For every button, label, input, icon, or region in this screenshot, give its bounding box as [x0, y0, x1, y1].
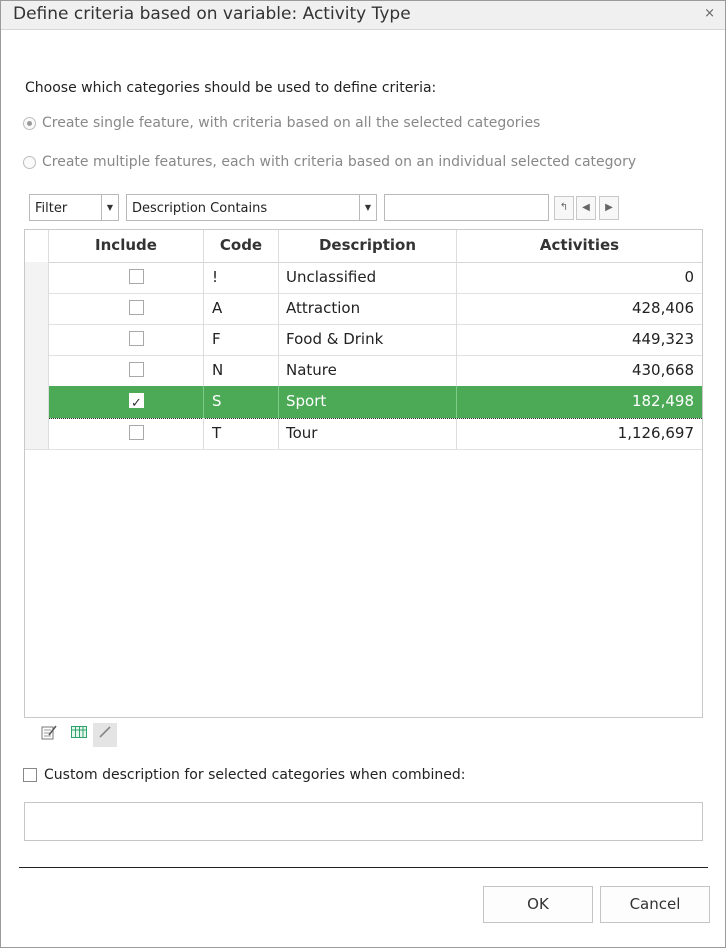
filter-field-value: Description Contains: [132, 201, 268, 216]
row-indicator[interactable]: [25, 355, 49, 386]
radio-button-selected[interactable]: [23, 116, 36, 130]
row-indicator-header: [25, 230, 49, 262]
code-cell: !: [204, 262, 279, 293]
close-icon[interactable]: ×: [704, 6, 715, 21]
custom-description-label: Custom description for selected categori…: [44, 767, 466, 783]
description-cell: Sport: [279, 386, 457, 418]
description-cell: Food & Drink: [279, 324, 457, 355]
table-row-selected[interactable]: S Sport 182,498: [25, 386, 702, 419]
instruction-text: Choose which categories should be used t…: [25, 80, 437, 96]
column-header-include[interactable]: Include: [49, 230, 204, 262]
table-row[interactable]: T Tour 1,126,697: [25, 418, 702, 450]
activities-cell: 449,323: [631, 330, 694, 348]
cancel-button[interactable]: Cancel: [600, 886, 710, 923]
table-row[interactable]: F Food & Drink 449,323: [25, 324, 702, 356]
activities-cell: 182,498: [457, 386, 702, 418]
radio-single-feature-label: Create single feature, with criteria bas…: [42, 115, 541, 131]
table-row[interactable]: N Nature 430,668: [25, 355, 702, 387]
code-cell: S: [204, 386, 279, 418]
code-cell: N: [204, 355, 279, 386]
previous-arrow-icon[interactable]: ◀: [576, 196, 596, 220]
row-indicator[interactable]: [25, 418, 49, 449]
custom-description-option[interactable]: Custom description for selected categori…: [23, 767, 465, 783]
edit-list-icon[interactable]: [37, 723, 61, 747]
description-cell: Tour: [279, 418, 457, 449]
description-cell: Unclassified: [279, 262, 457, 293]
table-row[interactable]: ! Unclassified 0: [25, 262, 702, 294]
column-header-description[interactable]: Description: [279, 230, 457, 262]
chevron-down-icon[interactable]: ▼: [359, 195, 376, 220]
table-row[interactable]: A Attraction 428,406: [25, 293, 702, 325]
ok-button[interactable]: OK: [483, 886, 593, 923]
code-cell: T: [204, 418, 279, 449]
include-checkbox[interactable]: [129, 425, 144, 440]
filter-mode-value: Filter: [35, 201, 68, 216]
column-header-code[interactable]: Code: [204, 230, 279, 262]
include-checkbox[interactable]: [129, 331, 144, 346]
dialog-window: Define criteria based on variable: Activ…: [0, 0, 726, 948]
activities-cell: 430,668: [631, 361, 694, 379]
description-cell: Attraction: [279, 293, 457, 324]
grid-columns-icon[interactable]: [67, 723, 91, 747]
row-indicator[interactable]: [25, 386, 49, 418]
include-cell: [49, 386, 204, 419]
pencil-icon[interactable]: [93, 723, 117, 747]
column-header-activities[interactable]: Activities: [457, 230, 702, 262]
radio-button[interactable]: [23, 155, 36, 169]
row-indicator[interactable]: [25, 262, 49, 293]
custom-description-checkbox[interactable]: [23, 768, 37, 782]
code-cell: A: [204, 293, 279, 324]
filter-search-input[interactable]: [384, 194, 549, 221]
include-cell: [49, 355, 204, 386]
description-cell: Nature: [279, 355, 457, 386]
activities-cell: 1,126,697: [617, 424, 694, 442]
filter-field-dropdown[interactable]: Description Contains ▼: [126, 194, 377, 221]
category-grid: Include Code Description Activities ! Un…: [24, 229, 703, 718]
custom-description-input[interactable]: [24, 802, 703, 841]
divider: [19, 867, 708, 868]
include-checkbox[interactable]: [129, 362, 144, 377]
dialog-title: Define criteria based on variable: Activ…: [13, 4, 411, 24]
include-checkbox-checked[interactable]: [129, 389, 144, 419]
row-indicator[interactable]: [25, 324, 49, 355]
next-arrow-icon[interactable]: ▶: [599, 196, 619, 220]
row-indicator[interactable]: [25, 293, 49, 324]
include-cell: [49, 262, 204, 293]
filter-mode-dropdown[interactable]: Filter ▼: [29, 194, 119, 221]
radio-multiple-features[interactable]: Create multiple features, each with crit…: [23, 154, 636, 170]
include-cell: [49, 324, 204, 355]
code-cell: F: [204, 324, 279, 355]
activities-cell: 0: [684, 268, 694, 286]
radio-single-feature[interactable]: Create single feature, with criteria bas…: [23, 115, 540, 131]
activities-cell: 428,406: [631, 299, 694, 317]
undo-filter-icon[interactable]: ↰: [554, 196, 574, 220]
radio-multiple-features-label: Create multiple features, each with crit…: [42, 154, 637, 170]
title-bar: Define criteria based on variable: Activ…: [1, 1, 725, 30]
include-checkbox[interactable]: [129, 300, 144, 315]
grid-header: Include Code Description Activities: [25, 230, 702, 263]
include-cell: [49, 293, 204, 324]
include-cell: [49, 418, 204, 449]
chevron-down-icon[interactable]: ▼: [101, 195, 118, 220]
include-checkbox[interactable]: [129, 269, 144, 284]
